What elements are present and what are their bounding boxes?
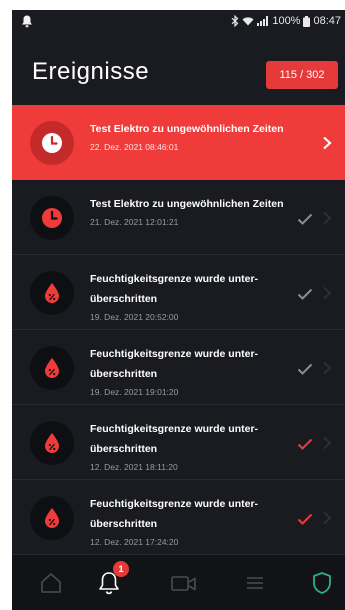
event-date: 12. Dez. 2021 17:24:20 [90,537,179,547]
chevron-right-icon[interactable] [322,361,332,375]
event-icon-circle [30,121,74,165]
clock-icon [42,208,62,228]
event-date: 21. Dez. 2021 12:01:21 [90,217,179,227]
check-icon [297,513,313,525]
event-row[interactable]: Feuchtigkeitsgrenze wurde unter-überschr… [12,480,345,555]
signal-icon [257,16,269,26]
event-icon-circle [30,496,74,540]
menu-icon [247,577,263,589]
event-row[interactable]: Feuchtigkeitsgrenze wurde unter-überschr… [12,330,345,405]
battery-icon [303,15,311,27]
notification-count-badge: 1 [113,561,129,577]
event-message: Feuchtigkeitsgrenze wurde unter-überschr… [90,273,259,305]
chevron-right-icon[interactable] [322,211,332,225]
tab-video[interactable] [170,569,198,597]
notification-bell-icon [22,15,32,28]
humidity-drop-icon [45,433,59,453]
event-date: 19. Dez. 2021 20:52:00 [90,312,179,322]
status-bar: 100% 08:47 [12,10,345,34]
event-date: 19. Dez. 2021 19:01:20 [90,387,179,397]
check-icon [297,363,313,375]
event-row[interactable]: Test Elektro zu ungewöhnlichen Zeiten 21… [12,180,345,255]
event-counter-badge: 115 / 302 [266,61,338,89]
event-date: 22. Dez. 2021 08:46:01 [90,142,179,152]
event-message: Test Elektro zu ungewöhnlichen Zeiten [90,123,284,135]
humidity-drop-icon [45,508,59,528]
event-row[interactable]: Feuchtigkeitsgrenze wurde unter-überschr… [12,405,345,480]
bottom-tab-bar: 1 [12,555,345,610]
event-icon-circle [30,196,74,240]
event-message: Feuchtigkeitsgrenze wurde unter-überschr… [90,498,259,530]
event-row[interactable]: Test Elektro zu ungewöhnlichen Zeiten 22… [12,105,345,180]
chevron-right-icon[interactable] [322,136,332,150]
event-icon-circle [30,346,74,390]
chevron-right-icon[interactable] [322,286,332,300]
event-message: Feuchtigkeitsgrenze wurde unter-überschr… [90,348,259,380]
tab-security[interactable] [308,569,336,597]
event-date: 12. Dez. 2021 18:11:20 [90,462,178,472]
humidity-drop-icon [45,283,59,303]
event-message: Feuchtigkeitsgrenze wurde unter-überschr… [90,423,259,455]
home-icon [41,573,61,593]
event-icon-circle [30,421,74,465]
check-icon [297,288,313,300]
wifi-icon [242,17,254,26]
video-camera-icon [171,576,196,591]
check-icon [297,213,313,225]
check-icon [297,438,313,450]
tab-home[interactable] [37,569,65,597]
event-row[interactable]: Feuchtigkeitsgrenze wurde unter-überschr… [12,255,345,330]
clock-time: 08:47 [313,15,341,27]
battery-percent: 100% [272,15,301,27]
tab-events[interactable]: 1 [95,561,129,597]
event-message: Test Elektro zu ungewöhnlichen Zeiten [90,198,284,210]
page-title: Ereignisse [32,58,150,85]
chevron-right-icon[interactable] [322,511,332,525]
shield-icon [313,572,331,594]
bluetooth-icon [231,15,239,27]
clock-icon [42,133,62,153]
header: Ereignisse 115 / 302 [12,34,345,98]
event-icon-circle [30,271,74,315]
chevron-right-icon[interactable] [322,436,332,450]
app-screen: 100% 08:47 Ereignisse 115 / 302 Test Ele… [12,10,345,610]
tab-menu[interactable] [241,569,269,597]
humidity-drop-icon [45,358,59,378]
